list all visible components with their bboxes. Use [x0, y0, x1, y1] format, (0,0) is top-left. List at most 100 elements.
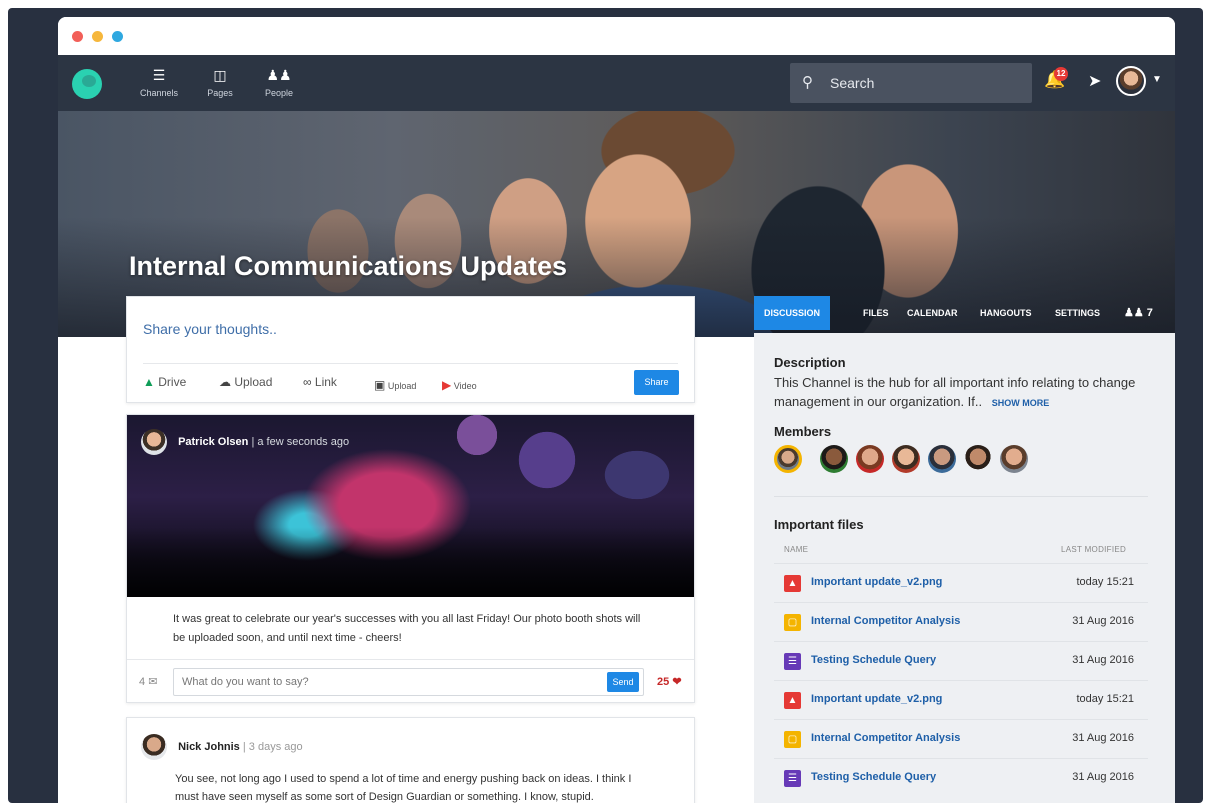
- channel-title: Internal Communications Updates: [129, 251, 568, 281]
- form-file-icon: ☰: [784, 653, 801, 670]
- maximize-window-button[interactable]: [112, 31, 123, 42]
- post-header: Nick Johnis | 3 days ago: [141, 734, 303, 760]
- layers-icon: ☰: [152, 67, 166, 83]
- member-avatar[interactable]: [1000, 445, 1028, 473]
- tool-label: Upload: [234, 375, 273, 389]
- member-count[interactable]: ♟♟ 7: [1124, 296, 1153, 330]
- video-button[interactable]: ▶ Video: [442, 378, 477, 392]
- comment-count[interactable]: 4 ✉: [139, 675, 157, 688]
- file-row[interactable]: ▲ Important update_v2.png today 15:21: [774, 563, 1148, 602]
- show-more-link[interactable]: SHOW MORE: [992, 398, 1050, 408]
- file-name[interactable]: Internal Competitor Analysis: [811, 615, 960, 627]
- file-name[interactable]: Important update_v2.png: [811, 693, 942, 705]
- image-file-icon: ▲: [784, 692, 801, 709]
- chevron-down-icon[interactable]: ▼: [1152, 74, 1162, 85]
- comment-count-value: 4: [139, 676, 146, 688]
- post-time: | 3 days ago: [242, 740, 303, 753]
- file-name[interactable]: Internal Competitor Analysis: [811, 732, 960, 744]
- description-heading: Description: [774, 355, 846, 370]
- author-avatar[interactable]: [141, 734, 167, 760]
- post-author[interactable]: Nick Johnis: [178, 741, 240, 753]
- close-window-button[interactable]: [72, 31, 83, 42]
- top-navigation: ☰ Channels ◫ Pages ♟♟ People ⚲ Search 🔔 …: [58, 55, 1175, 111]
- notification-badge: 12: [1054, 67, 1068, 81]
- post-time: | a few seconds ago: [251, 435, 350, 448]
- window-titlebar: [58, 17, 1175, 55]
- image-file-icon: ▲: [784, 575, 801, 592]
- file-row[interactable]: ▢ Internal Competitor Analysis 31 Aug 20…: [774, 602, 1148, 641]
- tab-hangouts[interactable]: HANGOUTS: [980, 296, 1032, 330]
- file-row[interactable]: ☰ Testing Schedule Query 31 Aug 2016: [774, 641, 1148, 680]
- channel-description: This Channel is the hub for all importan…: [774, 373, 1144, 413]
- file-name[interactable]: Testing Schedule Query: [811, 654, 936, 666]
- post-footer: 4 ✉ What do you want to say? Send 25 ❤: [127, 659, 694, 704]
- send-button[interactable]: Send: [607, 672, 639, 692]
- share-button[interactable]: Share: [634, 370, 679, 395]
- member-count-value: 7: [1146, 307, 1153, 319]
- member-avatar[interactable]: [892, 445, 920, 473]
- member-avatar[interactable]: [774, 445, 802, 473]
- post-header: Patrick Olsen | a few seconds ago: [141, 429, 349, 455]
- description-text: This Channel is the hub for all importan…: [774, 375, 1136, 409]
- search-input[interactable]: ⚲ Search: [790, 63, 1032, 103]
- member-avatar[interactable]: [856, 445, 884, 473]
- reply-input[interactable]: What do you want to say? Send: [173, 668, 644, 696]
- file-row[interactable]: ▢ Internal Competitor Analysis 31 Aug 20…: [774, 719, 1148, 758]
- post-author[interactable]: Patrick Olsen: [178, 436, 248, 448]
- members-heading: Members: [774, 424, 832, 439]
- brand-logo[interactable]: [72, 69, 102, 99]
- file-row[interactable]: ☰ Testing Schedule Query 31 Aug 2016: [774, 758, 1148, 797]
- author-avatar[interactable]: [141, 429, 167, 455]
- share-input[interactable]: Share your thoughts..: [143, 321, 277, 337]
- upload-button[interactable]: ☁ Upload: [219, 375, 272, 389]
- link-button[interactable]: ∞ Link: [303, 375, 337, 389]
- tab-calendar[interactable]: CALENDAR: [907, 296, 958, 330]
- file-date: 31 Aug 2016: [1072, 771, 1134, 783]
- photo-shade: [127, 527, 694, 597]
- column-header-last-modified[interactable]: LAST MODIFIED: [1061, 545, 1126, 554]
- search-icon: ⚲: [802, 74, 813, 91]
- file-name[interactable]: Important update_v2.png: [811, 576, 942, 588]
- file-name[interactable]: Testing Schedule Query: [811, 771, 936, 783]
- reply-placeholder: What do you want to say?: [182, 676, 309, 688]
- user-avatar[interactable]: [1116, 66, 1146, 96]
- tool-label: Upload: [387, 381, 417, 391]
- book-icon: ◫: [213, 67, 227, 83]
- member-avatar[interactable]: [820, 445, 848, 473]
- google-drive-icon: ▲: [143, 375, 155, 389]
- nav-item-pages[interactable]: ◫ Pages: [195, 67, 245, 98]
- divider: [774, 496, 1148, 497]
- tab-files[interactable]: FILES: [863, 296, 889, 330]
- slides-file-icon: ▢: [784, 731, 801, 748]
- file-row[interactable]: ▲ Important update_v2.png today 15:21: [774, 680, 1148, 719]
- rocket-icon[interactable]: ➤: [1088, 71, 1101, 91]
- member-avatar[interactable]: [964, 445, 992, 473]
- post-card: Patrick Olsen | a few seconds ago It was…: [126, 414, 695, 703]
- image-upload-button[interactable]: ▣ Upload: [374, 378, 416, 392]
- share-composer: Share your thoughts.. ▲ Drive ☁ Upload ∞…: [126, 296, 695, 403]
- nav-label: Pages: [207, 88, 233, 98]
- file-date: today 15:21: [1076, 576, 1135, 588]
- minimize-window-button[interactable]: [92, 31, 103, 42]
- post-text: You see, not long ago I used to spend a …: [175, 773, 632, 803]
- member-avatar[interactable]: [928, 445, 956, 473]
- tab-settings[interactable]: SETTINGS: [1055, 296, 1100, 330]
- like-count-value: 25: [657, 676, 670, 688]
- tool-label: Link: [314, 375, 337, 389]
- youtube-icon: ▶: [442, 378, 452, 392]
- like-count[interactable]: 25 ❤: [657, 675, 682, 688]
- nav-item-people[interactable]: ♟♟ People: [254, 67, 304, 98]
- post-card: Nick Johnis | 3 days ago You see, not lo…: [126, 717, 695, 803]
- drive-button[interactable]: ▲ Drive: [143, 375, 186, 389]
- tool-label: Video: [453, 381, 477, 391]
- nav-label: Channels: [139, 88, 179, 98]
- post-text: It was great to celebrate our year's suc…: [173, 613, 641, 644]
- nav-item-channels[interactable]: ☰ Channels: [134, 67, 184, 98]
- file-date: 31 Aug 2016: [1072, 615, 1134, 627]
- column-header-name[interactable]: NAME: [784, 545, 808, 554]
- tool-label: Drive: [158, 375, 187, 389]
- link-icon: ∞: [303, 375, 312, 389]
- tab-discussion[interactable]: DISCUSSION: [754, 296, 831, 330]
- app-window: ☰ Channels ◫ Pages ♟♟ People ⚲ Search 🔔 …: [58, 17, 1175, 803]
- image-icon: ▣: [374, 378, 386, 392]
